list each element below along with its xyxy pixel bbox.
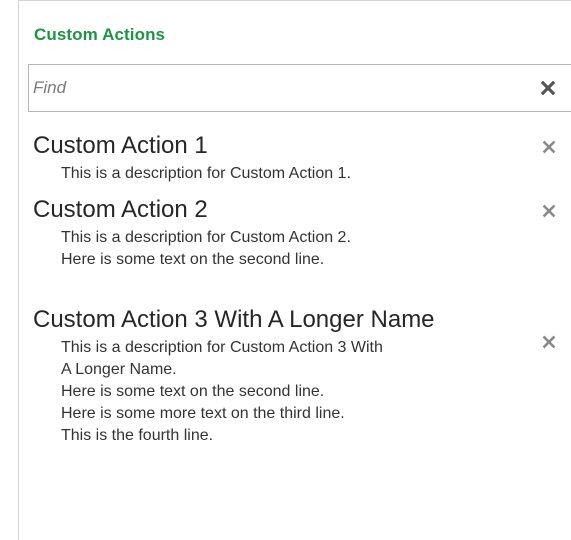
close-icon xyxy=(542,204,556,218)
remove-action-button[interactable] xyxy=(540,202,558,220)
custom-actions-list: Custom Action 1 This is a description fo… xyxy=(33,129,571,513)
close-icon xyxy=(540,80,556,96)
search-box xyxy=(28,64,571,112)
action-name: Custom Action 2 xyxy=(33,196,208,223)
close-icon xyxy=(542,140,556,154)
action-name: Custom Action 3 With A Longer Name xyxy=(33,306,435,333)
description-line: Here is some text on the second line. xyxy=(61,251,325,268)
description-line: This is a description for Custom Action … xyxy=(61,229,351,246)
list-item[interactable]: Custom Action 2 This is a description fo… xyxy=(33,193,571,303)
close-icon xyxy=(542,335,556,349)
custom-actions-panel: Custom Actions Custom Action 1 This is a… xyxy=(18,0,571,540)
list-item[interactable]: Custom Action 1 This is a description fo… xyxy=(33,129,571,193)
panel-title: Custom Actions xyxy=(34,25,166,44)
action-description: This is a description for Custom Action … xyxy=(33,227,521,271)
remove-action-button[interactable] xyxy=(540,333,558,351)
action-description: This is a description for Custom Action … xyxy=(33,337,521,447)
action-description: This is a description for Custom Action … xyxy=(33,163,521,185)
remove-action-button[interactable] xyxy=(540,138,558,156)
action-name: Custom Action 1 xyxy=(33,132,208,159)
clear-search-button[interactable] xyxy=(538,78,558,98)
description-line: This is a description for Custom Action … xyxy=(61,165,351,182)
description-line: This is a description for Custom Action … xyxy=(61,339,383,356)
search-input[interactable] xyxy=(29,65,529,111)
description-line: A Longer Name. xyxy=(61,361,177,378)
description-line: This is the fourth line. xyxy=(61,427,214,444)
description-line: Here is some text on the second line. xyxy=(61,383,325,400)
list-item[interactable]: Custom Action 3 With A Longer Name This … xyxy=(33,303,571,513)
description-line: Here is some more text on the third line… xyxy=(61,405,345,422)
